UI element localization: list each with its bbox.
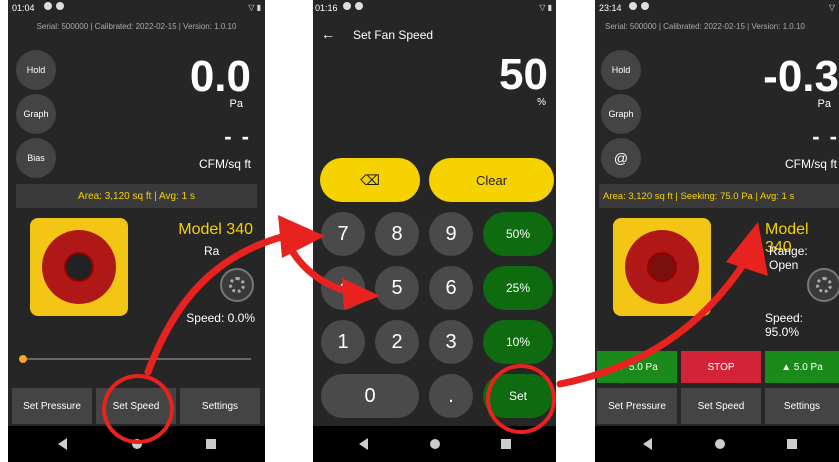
- device-info-line: Serial: 500000 | Calibrated: 2022-02-15 …: [605, 22, 805, 31]
- recents-nav-icon[interactable]: [206, 439, 216, 449]
- pressure-unit: Pa: [229, 98, 243, 110]
- set-speed-button[interactable]: Set Speed: [681, 388, 761, 424]
- status-time: 01:04: [12, 3, 35, 13]
- notification-icon: [355, 2, 363, 10]
- screen-2: 01:16 ▽ ▮ ← Set Fan Speed 50 % ⌫ Clear 7…: [313, 0, 556, 426]
- settings-button[interactable]: Settings: [765, 388, 839, 424]
- key-4[interactable]: 4: [321, 266, 365, 310]
- area-status-bar: Area: 3,120 sq ft | Avg: 1 s: [16, 184, 257, 208]
- hold-button[interactable]: Hold: [601, 50, 641, 90]
- key-2[interactable]: 2: [375, 320, 419, 364]
- fan-icon: [220, 268, 254, 302]
- speed-entry-value: 50: [499, 50, 548, 99]
- home-nav-icon[interactable]: [715, 439, 725, 449]
- key-3[interactable]: 3: [429, 320, 473, 364]
- highlight-circle-set-speed: [102, 374, 174, 444]
- device-info-line: Serial: 500000 | Calibrated: 2022-02-15 …: [36, 22, 237, 31]
- notification-icon: [44, 2, 52, 10]
- flow-value: - -: [224, 124, 251, 149]
- status-bar: 01:16 ▽ ▮: [313, 0, 556, 16]
- fan-device-image: [613, 218, 711, 316]
- flow-value: - -: [812, 124, 839, 149]
- recents-nav-icon[interactable]: [787, 439, 797, 449]
- key-decimal[interactable]: .: [429, 374, 473, 418]
- key-9[interactable]: 9: [429, 212, 473, 256]
- preset-10-button[interactable]: 10%: [483, 320, 553, 364]
- speed-entry-unit: %: [537, 97, 546, 108]
- speed-slider-track[interactable]: [22, 358, 251, 360]
- key-0[interactable]: 0: [321, 374, 419, 418]
- battery-icon: ▽ ▮: [539, 3, 552, 12]
- screen-3: 23:14 ▽ Serial: 500000 | Calibrated: 202…: [595, 0, 839, 426]
- screen-1: 01:04 ▽ ▮ Serial: 500000 | Calibrated: 2…: [8, 0, 265, 426]
- speed-slider-knob[interactable]: [19, 355, 27, 363]
- set-pressure-button[interactable]: Set Pressure: [597, 388, 677, 424]
- backspace-button[interactable]: ⌫: [320, 158, 420, 202]
- bias-button[interactable]: Bias: [16, 138, 56, 178]
- backspace-icon: ⌫: [360, 171, 380, 188]
- phone-screen-3: 23:14 ▽ Serial: 500000 | Calibrated: 202…: [595, 0, 839, 462]
- back-nav-icon[interactable]: [359, 438, 368, 450]
- clear-button[interactable]: Clear: [429, 158, 554, 202]
- notification-icon: [641, 2, 649, 10]
- notification-icon: [629, 2, 637, 10]
- pressure-value: -0.3: [763, 52, 839, 101]
- notification-icon: [56, 2, 64, 10]
- status-time: 23:14: [599, 3, 622, 13]
- model-label: Model 340: [178, 221, 253, 238]
- graph-button[interactable]: Graph: [601, 94, 641, 134]
- hold-button[interactable]: Hold: [16, 50, 56, 90]
- area-status-bar: Area: 3,120 sq ft | Seeking: 75.0 Pa | A…: [599, 184, 839, 208]
- increase-pressure-button[interactable]: ▲ 5.0 Pa: [765, 351, 839, 383]
- set-pressure-button[interactable]: Set Pressure: [12, 388, 92, 424]
- recents-nav-icon[interactable]: [501, 439, 511, 449]
- notification-icon: [343, 2, 351, 10]
- speed-label: Speed: 0.0%: [186, 311, 255, 325]
- fan-icon: [807, 268, 839, 302]
- speed-label: Speed: 95.0%: [765, 311, 804, 339]
- key-5[interactable]: 5: [375, 266, 419, 310]
- key-8[interactable]: 8: [375, 212, 419, 256]
- flow-unit: CFM/sq ft: [784, 157, 837, 171]
- key-1[interactable]: 1: [321, 320, 365, 364]
- highlight-circle-set: [486, 364, 556, 434]
- status-bar: 01:04 ▽ ▮: [8, 0, 265, 16]
- home-nav-icon[interactable]: [430, 439, 440, 449]
- page-title: Set Fan Speed: [353, 28, 434, 42]
- key-7[interactable]: 7: [321, 212, 365, 256]
- back-nav-icon[interactable]: [58, 438, 67, 450]
- battery-icon: ▽ ▮: [248, 3, 261, 12]
- fan-device-image: [30, 218, 128, 316]
- range-label: Ra: [204, 244, 220, 258]
- key-6[interactable]: 6: [429, 266, 473, 310]
- pressure-value: 0.0: [189, 52, 251, 101]
- stop-button[interactable]: STOP: [681, 351, 761, 383]
- preset-50-button[interactable]: 50%: [483, 212, 553, 256]
- android-nav-bar: [595, 426, 839, 462]
- at-button[interactable]: @: [601, 138, 641, 178]
- preset-25-button[interactable]: 25%: [483, 266, 553, 310]
- graph-button[interactable]: Graph: [16, 94, 56, 134]
- back-arrow-icon[interactable]: ←: [321, 26, 335, 42]
- battery-icon: ▽: [828, 3, 835, 12]
- pressure-unit: Pa: [817, 98, 831, 110]
- back-nav-icon[interactable]: [643, 438, 652, 450]
- flow-unit: CFM/sq ft: [198, 157, 251, 171]
- settings-button[interactable]: Settings: [180, 388, 260, 424]
- status-bar: 23:14 ▽: [595, 0, 839, 16]
- decrease-pressure-button[interactable]: ▼ 5.0 Pa: [597, 351, 677, 383]
- status-time: 01:16: [315, 3, 338, 13]
